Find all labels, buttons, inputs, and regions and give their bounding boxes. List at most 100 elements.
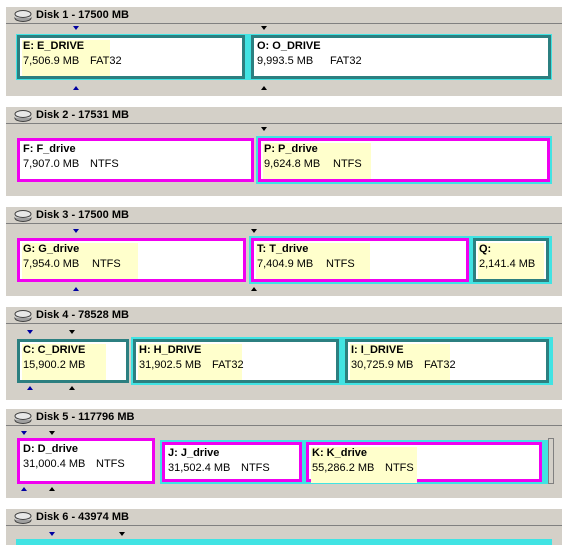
partition-filesystem: NTFS	[90, 158, 119, 170]
partition-C[interactable]: C: C_DRIVE 15,900.2 MB	[17, 339, 129, 383]
partition-label: P: P_drive	[264, 143, 318, 155]
boundary-marker-icon	[251, 229, 257, 233]
partition-filesystem: NTFS	[241, 462, 270, 474]
partition-bar: T: T_drive 7,404.9 MB NTFS Q: 2,141.4 MB	[249, 236, 552, 284]
partition-label: I: I_DRIVE	[351, 344, 404, 356]
boundary-marker-icon	[21, 431, 27, 435]
boundary-marker-icon	[73, 229, 79, 233]
disk-panel-6: Disk 6 - 43974 MB	[6, 508, 562, 545]
partition-bar	[16, 539, 552, 545]
partition-size: 2,141.4 MB	[479, 258, 536, 270]
partition-size: 7,954.0 MB	[23, 258, 80, 270]
partition-label: F: F_drive	[23, 143, 76, 155]
partition-label: O: O_DRIVE	[257, 40, 321, 52]
partition-label: E: E_DRIVE	[23, 40, 85, 52]
disk-header-6[interactable]: Disk 6 - 43974 MB	[6, 508, 562, 526]
partition-label: G: G_drive	[23, 243, 80, 255]
disk-title: Disk 1 - 17500 MB	[36, 9, 129, 21]
partition-filesystem: FAT32	[330, 55, 362, 67]
partition-label: T: T_drive	[257, 243, 309, 255]
boundary-marker-icon	[49, 431, 55, 435]
partition-bar: J: J_drive 31,502.4 MB NTFS K: K_drive 5…	[160, 440, 548, 484]
partition-H[interactable]: H: H_DRIVE 31,902.5 MB FAT32	[133, 339, 339, 383]
disk-title: Disk 4 - 78528 MB	[36, 309, 129, 321]
partition-bar: E: E_DRIVE 7,506.9 MB FAT32 O: O_DRIVE 9…	[16, 34, 552, 80]
boundary-marker-icon	[261, 127, 267, 131]
partition-size: 31,902.5 MB	[139, 359, 202, 371]
disk-title: Disk 5 - 117796 MB	[36, 411, 135, 423]
boundary-marker-icon	[49, 487, 55, 491]
partition-E[interactable]: E: E_DRIVE 7,506.9 MB FAT32	[17, 35, 245, 79]
partition-size: 7,907.0 MB	[23, 158, 80, 170]
partition-size: 9,993.5 MB	[257, 55, 314, 67]
boundary-marker-icon	[21, 487, 27, 491]
disk-map-view: Disk 1 - 17500 MB E: E_DRIVE 7,506.9 MB …	[0, 0, 568, 545]
disk-panel-1: Disk 1 - 17500 MB E: E_DRIVE 7,506.9 MB …	[6, 6, 562, 96]
boundary-marker-icon	[73, 26, 79, 30]
boundary-marker-icon	[119, 532, 125, 536]
partition-label: D: D_drive	[23, 443, 79, 455]
partition-label: H: H_DRIVE	[139, 344, 202, 356]
boundary-marker-icon	[69, 330, 75, 334]
partition-filesystem: NTFS	[385, 462, 414, 474]
partition-label: J: J_drive	[168, 447, 220, 459]
partition-size: 7,506.9 MB	[23, 55, 80, 67]
hard-disk-icon	[14, 10, 32, 22]
hard-disk-icon	[14, 512, 32, 524]
disk-title: Disk 6 - 43974 MB	[36, 511, 129, 523]
partition-label: K: K_drive	[312, 447, 368, 459]
partition-filesystem: NTFS	[92, 258, 121, 270]
boundary-marker-icon	[27, 386, 33, 390]
partition-T[interactable]: T: T_drive 7,404.9 MB NTFS	[251, 238, 469, 282]
partition-size: 31,000.4 MB	[23, 458, 86, 470]
boundary-marker-icon	[261, 26, 267, 30]
partition-label: Q:	[479, 243, 492, 255]
partition-size: 31,502.4 MB	[168, 462, 231, 474]
disk-header-3[interactable]: Disk 3 - 17500 MB	[6, 206, 562, 224]
partition-filesystem: NTFS	[96, 458, 125, 470]
partition-G[interactable]: G: G_drive 7,954.0 MB NTFS	[17, 238, 246, 282]
boundary-marker-icon	[251, 287, 257, 291]
partition-filesystem: NTFS	[326, 258, 355, 270]
disk-header-4[interactable]: Disk 4 - 78528 MB	[6, 306, 562, 324]
disk-panel-2: Disk 2 - 17531 MB F: F_drive 7,907.0 MB …	[6, 106, 562, 196]
partition-K[interactable]: K: K_drive 55,286.2 MB NTFS	[306, 442, 542, 483]
vertical-scrollbar-thumb[interactable]	[548, 438, 554, 484]
boundary-marker-icon	[49, 532, 55, 536]
boundary-marker-icon	[69, 386, 75, 390]
boundary-marker-icon	[73, 86, 79, 90]
partition-size: 15,900.2 MB	[23, 359, 86, 371]
disk-title: Disk 3 - 17500 MB	[36, 209, 129, 221]
partition-filesystem: FAT32	[212, 359, 244, 371]
partition-bar: H: H_DRIVE 31,902.5 MB FAT32 I: I_DRIVE …	[131, 337, 553, 385]
partition-I[interactable]: I: I_DRIVE 30,725.9 MB FAT32	[345, 339, 549, 383]
disk-header-5[interactable]: Disk 5 - 117796 MB	[6, 408, 562, 426]
disk-header-1[interactable]: Disk 1 - 17500 MB	[6, 6, 562, 24]
partition-O[interactable]: O: O_DRIVE 9,993.5 MB FAT32	[251, 35, 551, 79]
partition-F[interactable]: F: F_drive 7,907.0 MB NTFS	[17, 138, 254, 182]
partition-P[interactable]: P: P_drive 9,624.8 MB NTFS	[258, 138, 550, 182]
disk-title: Disk 2 - 17531 MB	[36, 109, 129, 121]
partition-J[interactable]: J: J_drive 31,502.4 MB NTFS	[162, 442, 302, 482]
partition-filesystem: NTFS	[333, 158, 362, 170]
partition-size: 55,286.2 MB	[312, 462, 375, 474]
hard-disk-icon	[14, 210, 32, 222]
disk-panel-4: Disk 4 - 78528 MB C: C_DRIVE 15,900.2 MB…	[6, 306, 562, 400]
hard-disk-icon	[14, 110, 32, 122]
boundary-marker-icon	[27, 330, 33, 334]
partition-filesystem: FAT32	[90, 55, 122, 67]
disk-panel-3: Disk 3 - 17500 MB G: G_drive 7,954.0 MB …	[6, 206, 562, 296]
partition-Q[interactable]: Q: 2,141.4 MB	[473, 238, 549, 282]
boundary-marker-icon	[73, 287, 79, 291]
hard-disk-icon	[14, 412, 32, 424]
disk-header-2[interactable]: Disk 2 - 17531 MB	[6, 106, 562, 124]
partition-size: 9,624.8 MB	[264, 158, 321, 170]
partition-D[interactable]: D: D_drive 31,000.4 MB NTFS	[17, 438, 155, 484]
partition-filesystem: FAT32	[424, 359, 456, 371]
partition-bar: P: P_drive 9,624.8 MB NTFS	[256, 136, 552, 184]
boundary-marker-icon	[261, 86, 267, 90]
partition-size: 30,725.9 MB	[351, 359, 414, 371]
partition-size: 7,404.9 MB	[257, 258, 314, 270]
partition-label: C: C_DRIVE	[23, 344, 86, 356]
disk-panel-5: Disk 5 - 117796 MB D: D_drive 31,000.4 M…	[6, 408, 562, 498]
